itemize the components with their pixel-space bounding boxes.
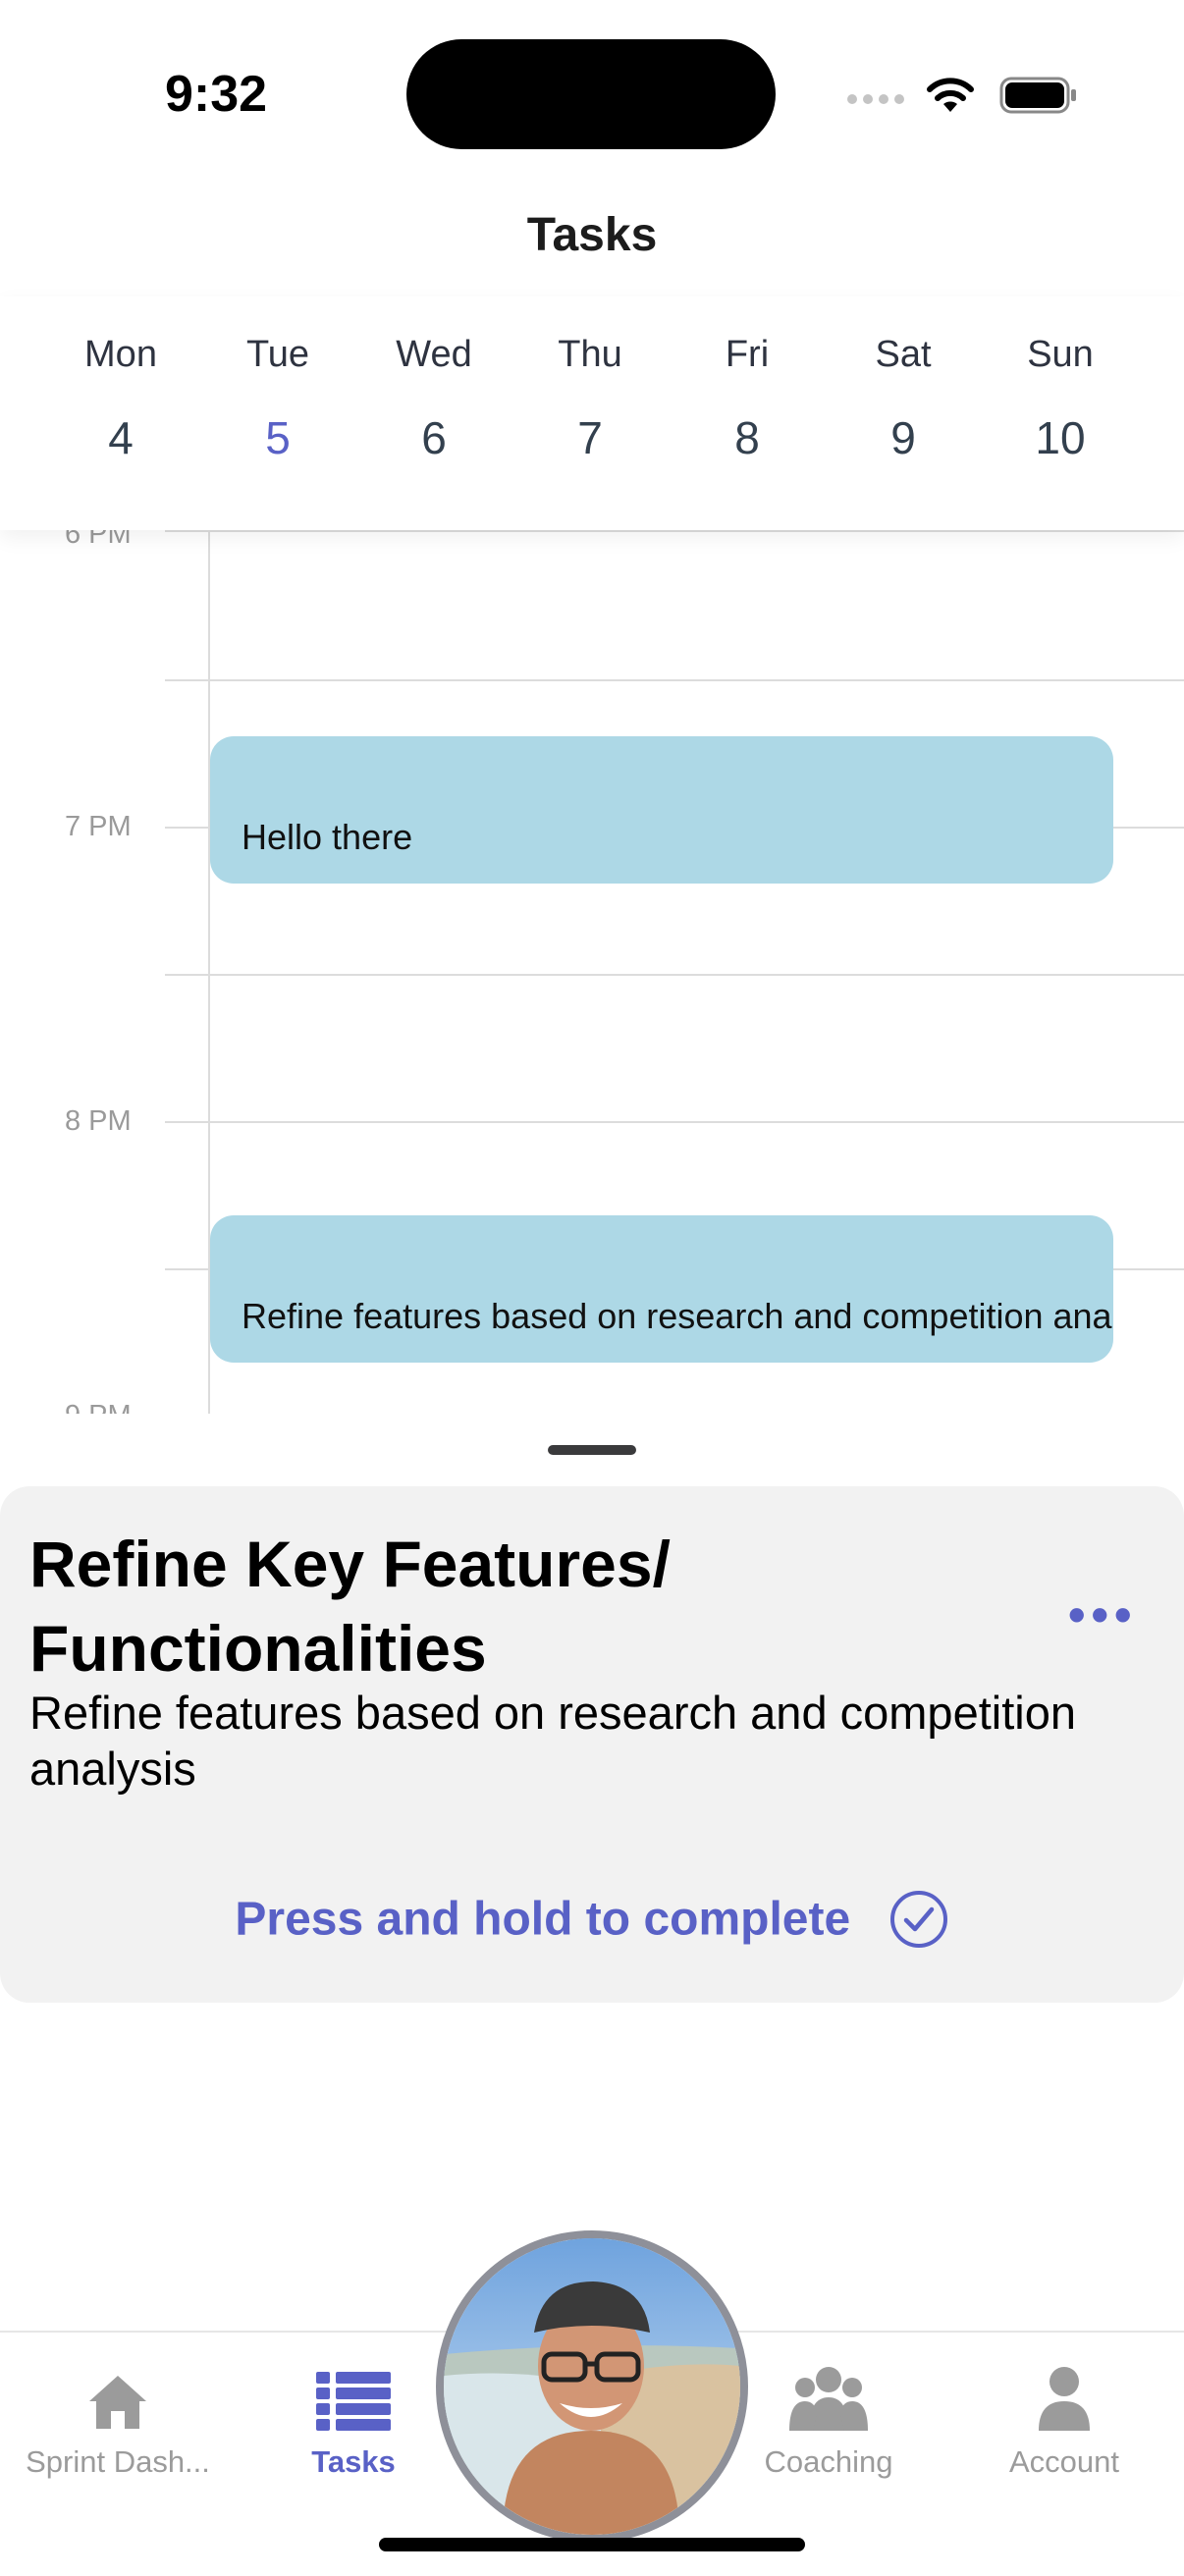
checkmark-circle-icon [889,1891,947,1948]
event-title: Refine features based on research and co… [242,1296,1113,1336]
tab-label: Account [1008,2444,1119,2479]
day-date: 7 [577,412,603,463]
tab-label: Tasks [311,2444,396,2479]
hour-gridline [165,1121,1184,1123]
hour-gridline [165,530,1184,532]
day-sun[interactable]: Sun 10 [982,334,1139,464]
task-card: Refine Key Features/ Functionalities •••… [0,1486,1184,2003]
home-indicator [379,2538,805,2551]
tab-sprint-dashboard[interactable]: Sprint Dash... [0,2362,236,2480]
wifi-icon [927,78,974,112]
hour-label: 6 PM [65,530,132,550]
user-icon [946,2362,1182,2431]
day-name: Mon [84,334,157,375]
status-bar: 9:32 [0,0,1184,177]
hour-label: 8 PM [65,1105,132,1137]
cellular-signal-icon [847,94,904,104]
event-block[interactable]: Refine features based on research and co… [210,1215,1113,1363]
day-thu[interactable]: Thu 7 [511,334,669,464]
day-sat[interactable]: Sat 9 [825,334,982,464]
task-description: Refine features based on research and co… [29,1687,1076,1795]
status-time: 9:32 [165,66,268,123]
day-name: Fri [725,334,770,375]
more-options-icon[interactable]: ••• [1068,1586,1138,1643]
tab-label: Coaching [764,2444,893,2479]
day-name: Wed [396,334,472,375]
complete-label: Press and hold to complete [235,1893,851,1946]
week-strip: Mon 4 Tue 5 Wed 6 Thu 7 Fri 8 Sat 9 Sun … [0,296,1184,530]
day-date: 6 [421,412,447,463]
battery-icon [999,77,1076,114]
day-name: Thu [558,334,622,375]
hour-label: 7 PM [65,811,132,842]
day-date: 8 [734,412,760,463]
day-name: Sat [875,334,932,375]
event-block[interactable]: Hello there [210,736,1113,884]
day-date: 4 [108,412,134,463]
day-date: 10 [1035,412,1086,463]
sheet-drag-handle[interactable] [548,1445,636,1455]
tab-label: Sprint Dash... [26,2444,210,2479]
hour-label: 9 PM [65,1400,132,1414]
day-name: Tue [245,334,310,375]
half-hour-gridline [165,679,1184,681]
event-title: Hello there [242,817,413,857]
day-tue[interactable]: Tue 5 [199,334,356,464]
profile-avatar-button[interactable] [436,2230,748,2543]
home-icon [0,2362,236,2431]
tab-account[interactable]: Account [946,2362,1182,2480]
dynamic-island [406,39,776,149]
day-fri[interactable]: Fri 8 [669,334,826,464]
day-name: Sun [1027,334,1094,375]
press-hold-complete-button[interactable]: Press and hold to complete [0,1889,1184,1958]
task-title: Refine Key Features/ Functionalities [29,1528,671,1685]
day-date: 5 [265,412,291,463]
page-title: Tasks [526,209,658,261]
day-mon[interactable]: Mon 4 [42,334,199,464]
day-timeline[interactable]: 6 PM 7 PM 8 PM 9 PM Hello there Refine f… [0,530,1184,1414]
half-hour-gridline [165,974,1184,976]
day-wed[interactable]: Wed 6 [355,334,512,464]
day-date: 9 [890,412,916,463]
